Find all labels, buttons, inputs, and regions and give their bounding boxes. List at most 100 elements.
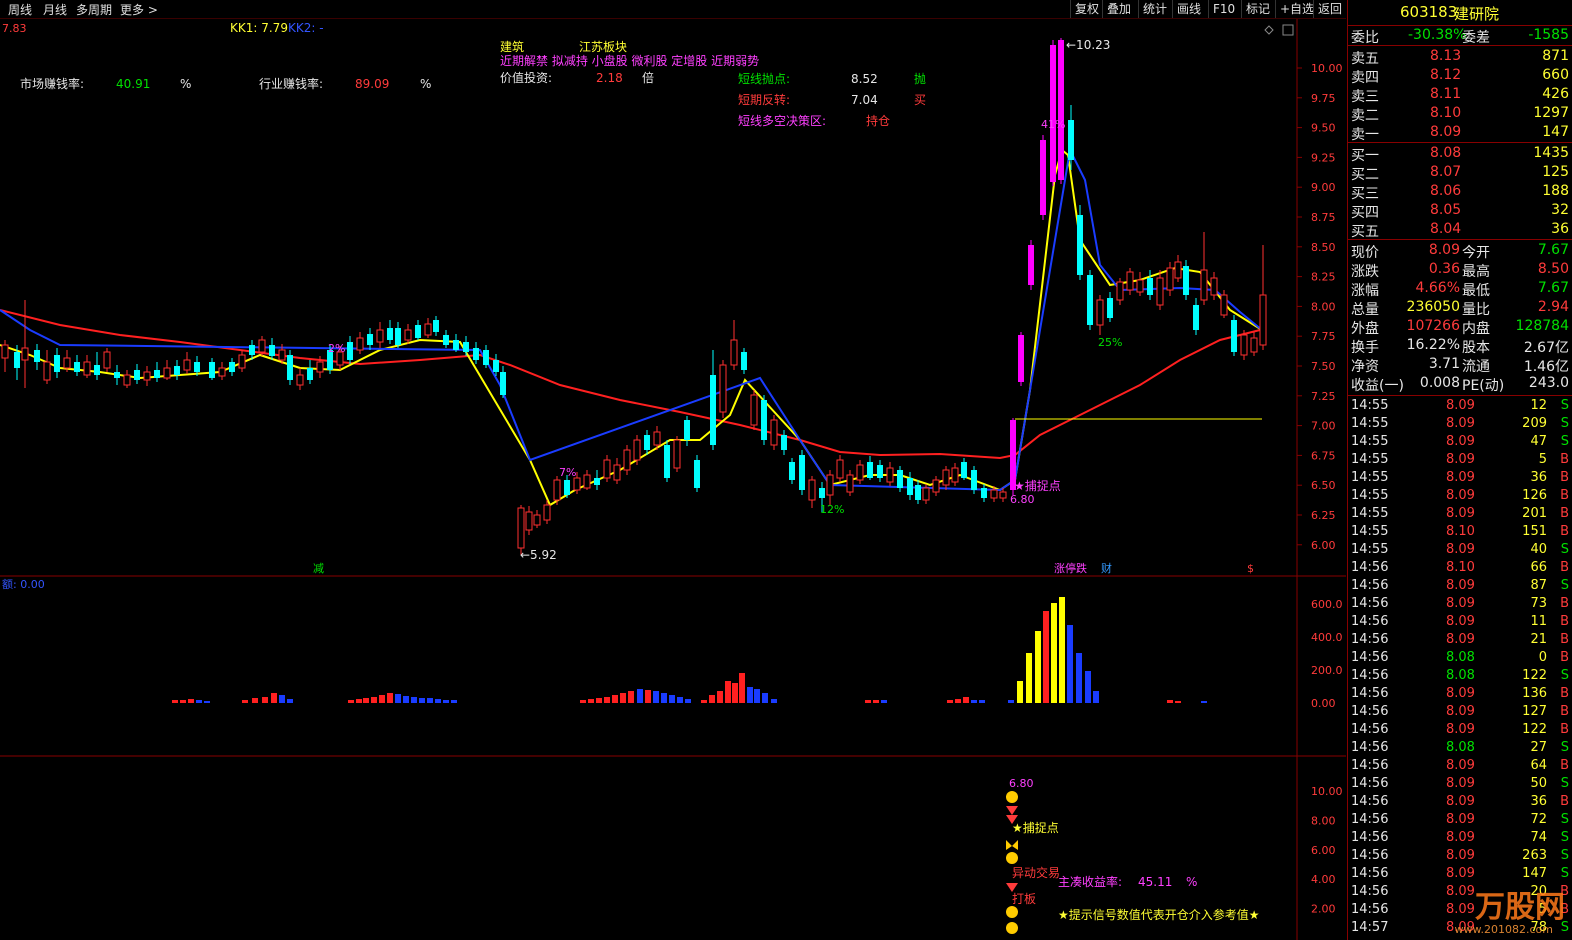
volume-bar (204, 701, 210, 703)
main-return-value: 45.11 (1138, 875, 1172, 889)
add-watchlist-button[interactable]: +自选 (1275, 0, 1318, 18)
candle-body (915, 485, 921, 500)
candle-body (1156, 277, 1164, 306)
ask-label: 卖二 (1351, 108, 1379, 124)
diamond-icon[interactable] (1264, 25, 1274, 35)
tab-multi-period[interactable]: 多周期 (76, 1, 112, 18)
stat-label: 最低 (1462, 283, 1490, 299)
tick-price: 8.10 (1446, 524, 1475, 539)
panel-toggle-icon[interactable] (1282, 24, 1294, 36)
candle-body (594, 478, 600, 485)
bid-row[interactable]: 买一 8.08 1435 (1348, 144, 1572, 164)
signal-price: 6.80 (1009, 777, 1034, 790)
candle-body (74, 362, 80, 372)
candle-body (114, 372, 120, 378)
tick-row: 14:56 8.08 122 S (1348, 668, 1572, 686)
short-rev-value: 7.04 (851, 93, 878, 107)
decision-label: 短线多空决策区: (738, 114, 826, 128)
tick-price: 8.09 (1446, 866, 1475, 881)
candle-body (603, 459, 611, 479)
tick-price: 8.09 (1446, 794, 1475, 809)
tick-volume: 151 (1522, 524, 1547, 539)
price-tick-label: 7.00 (1311, 420, 1336, 433)
candle-body (347, 342, 353, 360)
short-sell-label: 短线抛点: (738, 71, 790, 86)
statistics-button[interactable]: 统计 (1138, 0, 1171, 18)
tick-price: 8.08 (1446, 668, 1475, 683)
price-axis: 10.00 9.75 9.50 9.25 9.00 8.75 8.50 8.25 8.00 7.7… (1297, 62, 1343, 552)
candle-body (258, 339, 266, 353)
candle-body (1250, 337, 1258, 353)
volume-bar (1167, 700, 1173, 703)
bid-row[interactable]: 买五 8.04 36 (1348, 220, 1572, 240)
candle-body (463, 342, 469, 352)
tick-row: 14:55 8.09 201 B (1348, 506, 1572, 524)
candle-body (1174, 261, 1182, 279)
candle-body (789, 462, 795, 480)
signal-hint: ★提示信号数值代表开仓介入参考值★ (1058, 907, 1260, 922)
candle-body (1058, 40, 1064, 180)
value-invest-label: 价值投资: (500, 70, 552, 85)
f10-button[interactable]: F10 (1208, 0, 1239, 18)
tick-side: B (1560, 704, 1569, 719)
high-marker: ←10.23 (1066, 38, 1110, 52)
low-marker: ←5.92 (520, 548, 557, 562)
candle-body (1028, 245, 1034, 285)
stat-label: PE(动) (1462, 378, 1505, 394)
ask-row[interactable]: 卖五 8.13 871 (1348, 47, 1572, 67)
ask-row[interactable]: 卖四 8.12 660 (1348, 66, 1572, 86)
bid-row[interactable]: 买四 8.05 32 (1348, 201, 1572, 221)
tick-side: B (1560, 452, 1569, 467)
quote-panel: 603183 建研院 委比 -30.38% 委差 -1585 卖五 8.13 8… (1347, 0, 1572, 940)
ask-row[interactable]: 卖二 8.10 1297 (1348, 104, 1572, 124)
volume-bar (427, 698, 433, 703)
ask-label: 卖四 (1351, 70, 1379, 86)
restore-rights-button[interactable]: 复权 (1070, 0, 1103, 18)
capture-point-label: ★捕捉点 (1014, 478, 1061, 493)
tab-monthly[interactable]: 月线 (43, 1, 67, 18)
event-mark-reduce[interactable]: 减 (313, 562, 324, 575)
volume-panel-label: 额: 0.00 (2, 578, 45, 591)
stat-label: 最高 (1462, 264, 1490, 280)
stat-label: 收益(一) (1351, 378, 1404, 394)
tick-time: 14:56 (1351, 560, 1389, 575)
bid-row[interactable]: 买三 8.06 188 (1348, 182, 1572, 202)
draw-line-button[interactable]: 画线 (1172, 0, 1205, 18)
short-sell-value: 8.52 (851, 72, 878, 86)
volume-bar (580, 700, 586, 703)
candle-body (694, 460, 700, 488)
kline-chart-area[interactable]: 7.83 KK1: 7.79 KK2: - 建筑 江苏板块 近期解禁 拟减持 小… (0, 19, 1346, 940)
candle-body (154, 370, 160, 378)
tick-time: 14:55 (1351, 488, 1389, 503)
tick-price: 8.09 (1446, 776, 1475, 791)
price-tick-label: 8.75 (1311, 211, 1336, 224)
tick-time: 14:56 (1351, 668, 1389, 683)
volume-bar (363, 698, 369, 703)
back-button[interactable]: 返回 (1313, 0, 1346, 18)
mark-button[interactable]: 标记 (1241, 0, 1274, 18)
tick-side: B (1560, 794, 1569, 809)
overlay-button[interactable]: 叠加 (1102, 0, 1135, 18)
tick-time: 14:56 (1351, 704, 1389, 719)
tick-row: 14:56 8.08 27 S (1348, 740, 1572, 758)
event-mark-limit[interactable]: 涨停跌 (1054, 561, 1087, 575)
bid-row[interactable]: 买二 8.07 125 (1348, 163, 1572, 183)
ask-row[interactable]: 卖三 8.11 426 (1348, 85, 1572, 105)
volume-bar (669, 695, 675, 703)
event-mark-finance[interactable]: 财 (1101, 561, 1112, 575)
ask-row[interactable]: 卖一 8.09 147 (1348, 123, 1572, 143)
event-mark-dollar[interactable]: $ (1247, 562, 1254, 575)
volume-bar (971, 700, 977, 703)
tick-side: S (1560, 434, 1569, 449)
candle-body (1193, 305, 1199, 330)
stat-value: 107266 (1406, 318, 1460, 334)
candle-body (269, 345, 275, 356)
stat-value: 8.09 (1428, 242, 1460, 258)
candle-body (877, 465, 883, 478)
more-menu-button[interactable]: 更多 > (120, 1, 158, 18)
tick-volume: 21 (1530, 632, 1547, 647)
kk1-label: KK1: 7.79 (230, 21, 288, 35)
candle-body (43, 361, 51, 381)
ma-yellow-line (0, 148, 1263, 507)
tab-weekly[interactable]: 周线 (8, 1, 32, 18)
